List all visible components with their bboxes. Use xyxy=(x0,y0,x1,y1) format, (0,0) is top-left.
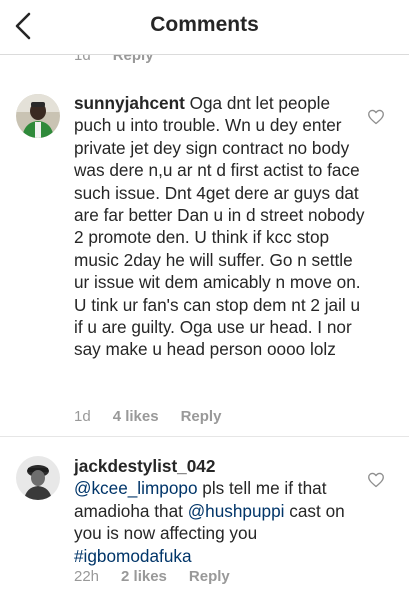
comment-text: Oga dnt let people puch u into trouble. … xyxy=(74,93,365,360)
comment-meta: 22h 2 likes Reply xyxy=(74,568,230,585)
avatar[interactable] xyxy=(16,94,60,138)
header-bar: Comments xyxy=(0,0,409,55)
comment-likes-count[interactable]: 4 likes xyxy=(113,408,159,425)
comment-meta: 1d 4 likes Reply xyxy=(74,408,221,425)
comment-body: jackdestylist_042 @kcee_limpopo pls tell… xyxy=(74,455,366,567)
avatar-image xyxy=(16,456,60,500)
mention-link[interactable]: @hushpuppi xyxy=(188,501,285,521)
reply-button[interactable]: Reply xyxy=(189,568,230,585)
comment-username[interactable]: sunnyjahcent xyxy=(74,93,185,113)
comment-time: 22h xyxy=(74,568,100,585)
like-heart-icon[interactable] xyxy=(367,472,385,488)
comment-body: sunnyjahcent Oga dnt let people puch u i… xyxy=(74,92,366,361)
comment-item: sunnyjahcent Oga dnt let people puch u i… xyxy=(0,76,409,437)
reply-button[interactable]: Reply xyxy=(181,408,222,425)
comment-time: 1d xyxy=(74,408,91,425)
comment-username[interactable]: jackdestylist_042 xyxy=(74,456,215,476)
mention-link[interactable]: @kcee_limpopo xyxy=(74,478,198,498)
avatar[interactable] xyxy=(16,456,60,500)
like-heart-icon[interactable] xyxy=(367,109,385,125)
comment-item: jackdestylist_042 @kcee_limpopo pls tell… xyxy=(0,437,409,600)
comment-likes-count[interactable]: 2 likes xyxy=(121,568,167,585)
page-title: Comments xyxy=(150,13,259,36)
avatar-image xyxy=(16,94,60,138)
hashtag-link[interactable]: #igbomodafuka xyxy=(74,546,192,566)
